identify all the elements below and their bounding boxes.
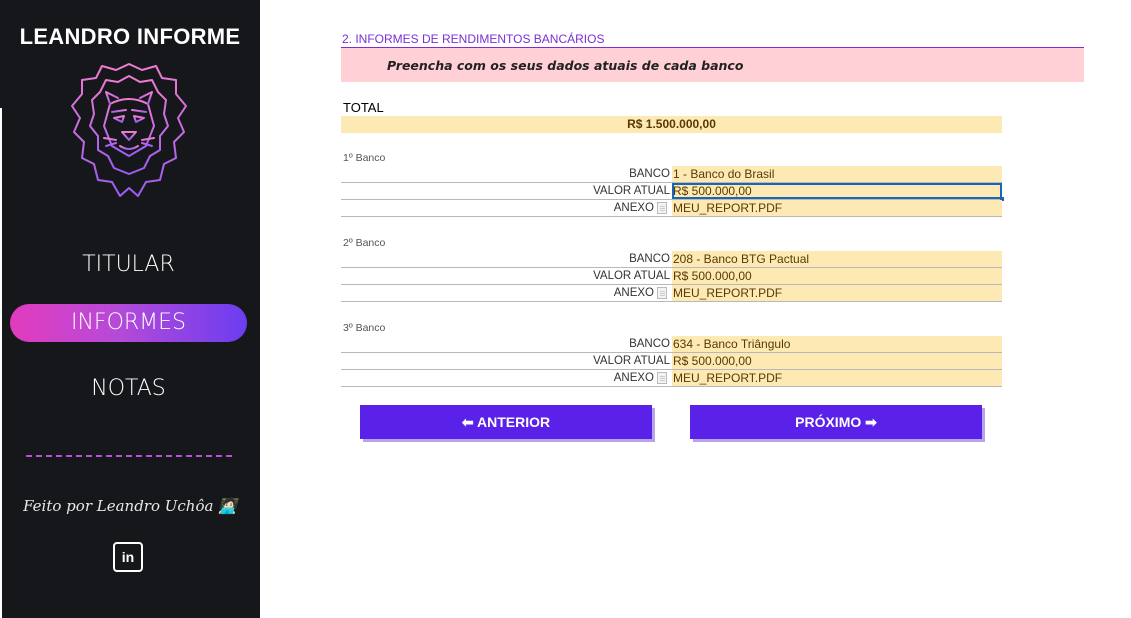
nav-titular[interactable]: TITULAR	[10, 246, 247, 284]
lion-logo-icon	[71, 63, 187, 197]
valor-field[interactable]: R$ 500.000,00	[672, 353, 1002, 369]
instruction-text: Preencha com os seus dados atuais de cad…	[387, 58, 744, 73]
banco-label: BANCO	[629, 338, 670, 350]
anexo-row: ANEXO MEU_REPORT.PDF	[341, 200, 1002, 217]
anexo-field[interactable]: MEU_REPORT.PDF	[672, 285, 1002, 301]
banco-field[interactable]: 634 - Banco Triângulo	[672, 336, 1002, 352]
instruction-banner: Preencha com os seus dados atuais de cad…	[341, 48, 1084, 82]
banco-row: BANCO 208 - Banco BTG Pactual	[341, 251, 1002, 268]
linkedin-icon[interactable]: in	[113, 542, 143, 572]
file-icon	[657, 372, 667, 384]
anexo-field[interactable]: MEU_REPORT.PDF	[672, 200, 1002, 216]
total-value: R$ 1.500.000,00	[341, 116, 1002, 133]
section-title: 2. INFORMES DE RENDIMENTOS BANCÁRIOS	[342, 32, 605, 46]
nav-informes[interactable]: INFORMES	[10, 304, 247, 342]
valor-value: R$ 500.000,00	[673, 184, 752, 198]
anexo-row: ANEXO MEU_REPORT.PDF	[341, 370, 1002, 387]
bank-label: 2º Banco	[343, 237, 386, 249]
valor-label: VALOR ATUAL	[593, 270, 670, 282]
bank-group-1: 1º Banco BANCO 1 - Banco do Brasil VALOR…	[341, 152, 1004, 222]
anexo-label: ANEXO	[613, 287, 654, 299]
bank-label: 1º Banco	[343, 152, 386, 164]
next-button[interactable]: PRÓXIMO ➡	[690, 405, 982, 439]
banco-row: BANCO 634 - Banco Triângulo	[341, 336, 1002, 353]
valor-row: VALOR ATUAL R$ 500.000,00	[341, 268, 1002, 285]
banco-row: BANCO 1 - Banco do Brasil	[341, 166, 1002, 183]
valor-row: VALOR ATUAL R$ 500.000,00	[341, 353, 1002, 370]
valor-field[interactable]: R$ 500.000,00	[672, 268, 1002, 284]
banco-label: BANCO	[629, 168, 670, 180]
previous-button[interactable]: ⬅ ANTERIOR	[360, 405, 652, 439]
valor-label: VALOR ATUAL	[593, 355, 670, 367]
nav-notas[interactable]: NOTAS	[10, 370, 247, 408]
banco-field[interactable]: 208 - Banco BTG Pactual	[672, 251, 1002, 267]
total-label: TOTAL	[343, 100, 384, 115]
sidebar-edge	[0, 108, 2, 618]
author-credit: Feito por Leandro Uchôa 🧑🏻‍💻	[23, 497, 237, 515]
valor-field[interactable]: R$ 500.000,00	[672, 183, 1004, 201]
file-icon	[657, 202, 667, 214]
valor-label: VALOR ATUAL	[593, 185, 670, 197]
sidebar: LEANDRO INFORME TITULAR INFORMES NOTAS F…	[0, 0, 260, 618]
bank-group-2: 2º Banco BANCO 208 - Banco BTG Pactual V…	[341, 237, 1002, 307]
anexo-row: ANEXO MEU_REPORT.PDF	[341, 285, 1002, 302]
sidebar-divider	[26, 455, 232, 457]
valor-row: VALOR ATUAL R$ 500.000,00	[341, 183, 1004, 201]
anexo-label: ANEXO	[613, 202, 654, 214]
file-icon	[657, 287, 667, 299]
bank-label: 3º Banco	[343, 322, 386, 334]
app-title: LEANDRO INFORME	[19, 24, 241, 49]
anexo-field[interactable]: MEU_REPORT.PDF	[672, 370, 1002, 386]
banco-field[interactable]: 1 - Banco do Brasil	[672, 166, 1002, 182]
bank-group-3: 3º Banco BANCO 634 - Banco Triângulo VAL…	[341, 322, 1002, 392]
anexo-label: ANEXO	[613, 372, 654, 384]
banco-label: BANCO	[629, 253, 670, 265]
